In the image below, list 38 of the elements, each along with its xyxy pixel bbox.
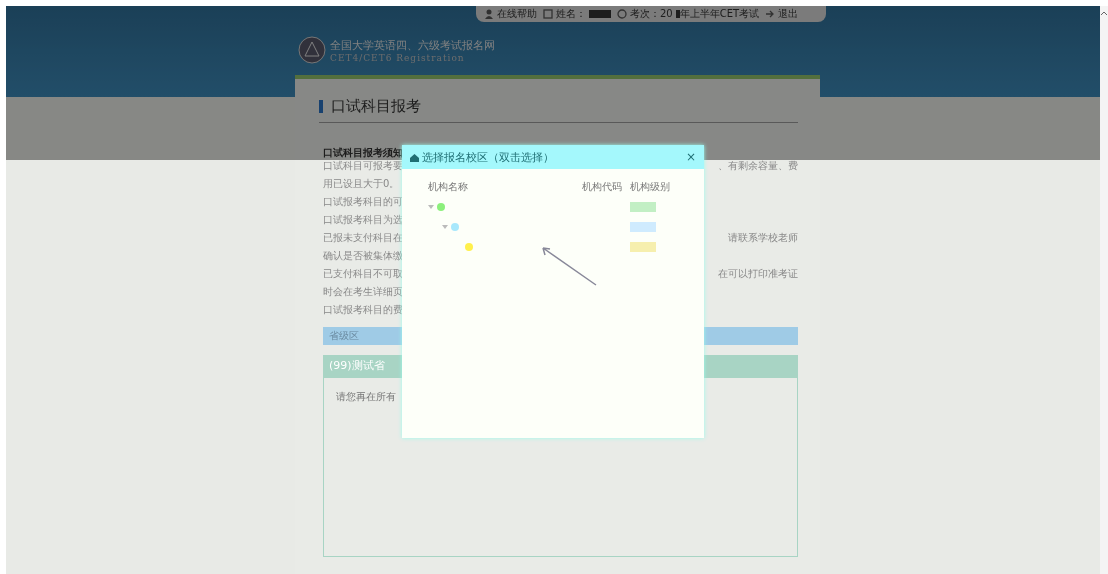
logout-link[interactable]: 退出	[778, 7, 799, 21]
site-subtitle: CET4/CET6 Registration	[330, 52, 466, 63]
page-title: 口试科目报考	[331, 97, 421, 116]
dialog-title: 选择报名校区（双击选择）	[422, 149, 554, 165]
level-tag	[630, 242, 656, 252]
user-name-label: 姓名：	[556, 7, 586, 21]
logout-icon	[765, 9, 776, 19]
emblem-icon	[298, 36, 326, 64]
notice-text: 在可以打印准考证	[718, 267, 798, 281]
scroll-up-icon[interactable]	[1100, 10, 1108, 16]
notice-text: 时会在考生详细页	[323, 285, 403, 299]
exam-label: 考次：20	[630, 7, 673, 21]
notice-text: 用已设且大于0。	[323, 177, 400, 191]
person-icon	[484, 9, 494, 19]
site-title: 全国大学英语四、六级考试报名网	[330, 37, 495, 53]
annotation-arrow	[540, 245, 598, 287]
notice-text: 口试报考科目的费	[323, 303, 403, 317]
notice-text: 口试报考科目为选	[323, 213, 403, 227]
exam-name: 年上半年CET考试	[679, 7, 760, 21]
notice-title: 口试科目报考须知	[323, 146, 403, 160]
notice-text: 口试报考科目的可	[323, 195, 403, 209]
column-header: 机构名称	[428, 180, 469, 194]
redacted-block	[589, 10, 611, 18]
level-tag	[630, 222, 656, 232]
column-header: 机构级别	[630, 180, 671, 194]
help-link[interactable]: 在线帮助	[497, 7, 537, 21]
notice-text: 确认是否被集体缴	[323, 249, 403, 263]
home-icon	[410, 152, 419, 162]
notice-text: 已支付科目不可取	[323, 267, 403, 281]
notice-text: 请联系学校老师	[728, 231, 798, 245]
notice-text: 口试科目可报考要	[323, 159, 403, 173]
province-note: 请您再在所有	[336, 391, 396, 402]
redacted-block	[675, 10, 680, 18]
notice-text: 已报未支付科目在	[323, 231, 403, 245]
level-tag	[630, 202, 656, 212]
close-button[interactable]: ×	[685, 150, 696, 164]
notice-text: 、有剩余容量、费	[718, 159, 798, 173]
column-header: 机构代码	[582, 180, 623, 194]
